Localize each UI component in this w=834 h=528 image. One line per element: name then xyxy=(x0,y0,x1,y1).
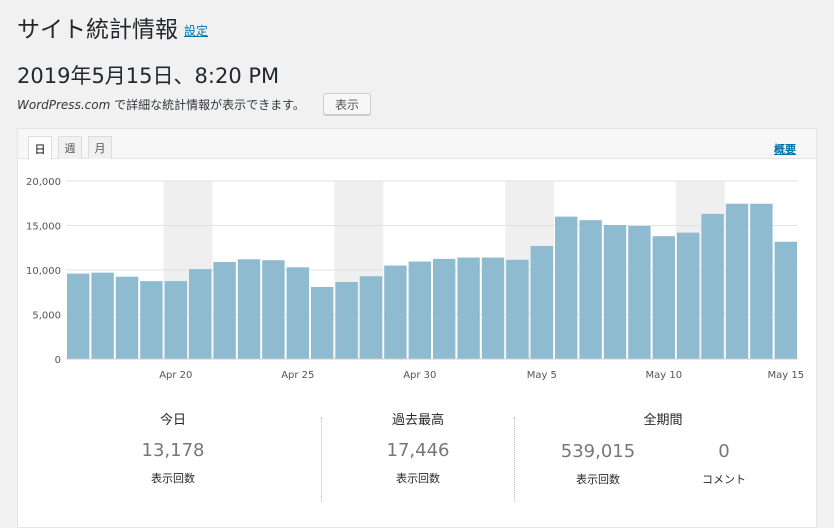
stats-summary: 今日 13,178 表示回数 過去最高 17,446 表示回数 全期間 539,… xyxy=(18,409,816,509)
stat-all-time-comments-value: 0 xyxy=(718,441,730,462)
x-tick-label: Apr 20 xyxy=(159,370,192,381)
stat-all-time-comments: 0 コメント xyxy=(674,429,774,487)
chart-bar xyxy=(457,257,480,359)
chart-bar xyxy=(213,261,236,359)
stats-panel: 日 週 月 概要 0 5,000 10,000 15,000 20,000 Apr 20 A… xyxy=(17,128,817,528)
chart-bar xyxy=(579,220,602,359)
stat-all-time-views-value: 539,015 xyxy=(560,441,636,462)
chart-bar xyxy=(67,273,90,359)
chart-bar xyxy=(481,257,505,359)
stat-best-value: 17,446 xyxy=(386,440,450,461)
chart-bar xyxy=(311,286,334,359)
chart-bar xyxy=(652,236,675,359)
stat-today-value: 13,178 xyxy=(141,440,205,461)
chart-bar xyxy=(359,276,383,359)
tab-week[interactable]: 週 xyxy=(58,136,82,159)
stat-best-label: 過去最高 xyxy=(391,413,444,428)
y-tick-label: 0 xyxy=(55,355,61,366)
stat-all-time-comments-sub: コメント xyxy=(702,473,746,486)
tab-day[interactable]: 日 xyxy=(28,136,52,160)
chart-bar xyxy=(408,261,431,359)
stat-today: 今日 13,178 表示回数 xyxy=(118,409,228,486)
chart-bar xyxy=(774,241,797,359)
chart-bar xyxy=(286,267,309,359)
chart-bar xyxy=(555,216,578,359)
chart-bar xyxy=(335,282,358,359)
chart-bar xyxy=(701,213,724,359)
chart-bar xyxy=(506,259,529,359)
chart-bar xyxy=(433,258,456,359)
wpcom-brand: WordPress.com xyxy=(17,98,111,112)
stat-all-time: 全期間 xyxy=(608,409,718,428)
stats-divider xyxy=(321,417,322,501)
stat-today-sub: 表示回数 xyxy=(151,472,195,485)
period-tabs: 日 週 月 概要 xyxy=(18,129,816,160)
stat-today-label: 今日 xyxy=(159,413,186,428)
chart-bar xyxy=(237,259,261,359)
chart-bar xyxy=(628,225,651,359)
chart-bar xyxy=(115,276,139,359)
x-tick-label: Apr 30 xyxy=(403,370,436,381)
stat-best-sub: 表示回数 xyxy=(396,472,440,485)
chart-bar xyxy=(189,269,212,359)
page-title: サイト統計情報 xyxy=(17,17,178,43)
stat-all-time-label: 全期間 xyxy=(643,413,683,428)
wpcom-note-text: で詳細な統計情報が表示できます。 xyxy=(110,98,305,112)
y-tick-label: 15,000 xyxy=(26,222,61,233)
y-tick-label: 20,000 xyxy=(26,177,61,188)
daily-views-chart: 0 5,000 10,000 15,000 20,000 Apr 20 Apr 25 Apr … xyxy=(18,159,816,389)
chart-bar xyxy=(164,281,187,359)
x-tick-label: May 15 xyxy=(768,370,805,381)
chart-bar xyxy=(140,281,163,359)
x-tick-label: Apr 25 xyxy=(281,370,314,381)
overview-link[interactable]: 概要 xyxy=(774,141,796,157)
y-tick-label: 5,000 xyxy=(32,311,61,322)
x-tick-label: May 10 xyxy=(646,370,683,381)
stat-best: 過去最高 17,446 表示回数 xyxy=(363,409,473,486)
tab-month[interactable]: 月 xyxy=(88,136,112,159)
stat-all-time-views: 539,015 表示回数 xyxy=(548,429,648,487)
chart-bar xyxy=(677,232,700,359)
settings-link[interactable]: 設定 xyxy=(184,22,208,39)
x-tick-label: May 5 xyxy=(527,370,557,381)
chart-bar xyxy=(603,225,627,359)
chart-svg: 0 5,000 10,000 15,000 20,000 Apr 20 Apr 25 Apr … xyxy=(26,177,805,381)
chart-bar xyxy=(530,245,553,359)
show-button[interactable]: 表示 xyxy=(323,93,371,115)
wpcom-note: WordPress.com で詳細な統計情報が表示できます。 xyxy=(17,96,305,113)
chart-bar xyxy=(725,203,749,359)
stat-all-time-views-sub: 表示回数 xyxy=(576,473,620,486)
chart-bar xyxy=(262,260,285,359)
current-datetime: 2019年5月15日、8:20 PM xyxy=(17,64,280,88)
chart-bar xyxy=(750,203,773,359)
chart-bar xyxy=(91,272,114,359)
chart-bar xyxy=(384,265,407,359)
stats-divider xyxy=(514,417,515,501)
y-tick-label: 10,000 xyxy=(26,266,61,277)
